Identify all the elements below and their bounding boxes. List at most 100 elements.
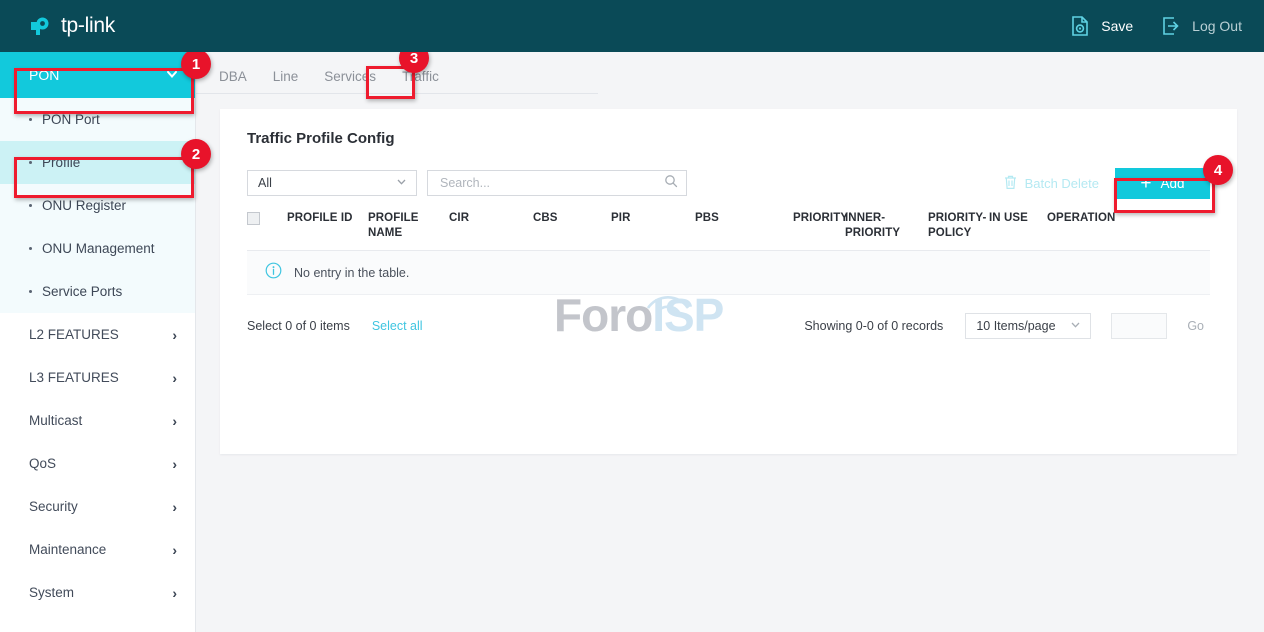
column-cbs: CBS: [533, 211, 611, 226]
trash-icon: [1003, 174, 1018, 193]
tab-traffic[interactable]: Traffic: [389, 69, 452, 93]
sidebar-pon-submenu: PON Port Profile ONU Register ONU Manage…: [0, 98, 195, 313]
tab-bar: DBA Line Services Traffic: [196, 52, 598, 94]
app-header: tp-link Save Log Out: [0, 0, 1264, 52]
bullet-icon: [29, 118, 32, 121]
chevron-right-icon: ›: [172, 327, 177, 343]
save-label: Save: [1101, 18, 1133, 34]
chevron-down-icon: [165, 67, 179, 84]
select-all-link[interactable]: Select all: [372, 319, 423, 333]
sidebar-item-profile[interactable]: Profile: [0, 141, 195, 184]
logout-label: Log Out: [1192, 18, 1242, 34]
column-pbs: PBS: [695, 211, 793, 226]
profile-table: PROFILE ID PROFILE NAME CIR CBS PIR PBS …: [247, 211, 1210, 295]
main-content: DBA Line Services Traffic Traffic Profil…: [196, 52, 1264, 632]
sidebar-item-label: Maintenance: [29, 542, 106, 557]
sidebar-item-system[interactable]: System ›: [0, 571, 195, 614]
column-priority-policy: PRIORITY- POLICY: [928, 211, 989, 241]
page-number-input[interactable]: [1111, 313, 1167, 339]
header-actions: Save Log Out: [1042, 14, 1242, 38]
empty-message: No entry in the table.: [294, 266, 409, 280]
sidebar-item-qos[interactable]: QoS ›: [0, 442, 195, 485]
sidebar-item-onu-register[interactable]: ONU Register: [0, 184, 195, 227]
sidebar-item-label: ONU Management: [42, 241, 155, 256]
sidebar-item-maintenance[interactable]: Maintenance ›: [0, 528, 195, 571]
pagination-controls: Showing 0-0 of 0 records 10 Items/page G…: [804, 313, 1210, 339]
sidebar-item-label: QoS: [29, 456, 56, 471]
sidebar-item-security[interactable]: Security ›: [0, 485, 195, 528]
records-count: Showing 0-0 of 0 records: [804, 319, 943, 333]
chevron-down-icon: [1069, 318, 1082, 334]
filter-select[interactable]: All: [247, 170, 417, 196]
bullet-icon: [29, 290, 32, 293]
table-empty-row: No entry in the table.: [247, 251, 1210, 295]
logout-button[interactable]: Log Out: [1159, 14, 1242, 38]
logout-arrow-icon: [1159, 14, 1183, 38]
info-circle-icon: [265, 262, 282, 284]
header-select-all-checkbox[interactable]: [247, 212, 260, 225]
brand-logo[interactable]: tp-link: [28, 13, 115, 39]
items-per-page-value: 10 Items/page: [976, 319, 1055, 333]
chevron-right-icon: ›: [172, 585, 177, 601]
search-input[interactable]: [438, 175, 664, 191]
add-label: Add: [1161, 176, 1185, 191]
column-cir: CIR: [449, 211, 533, 226]
filter-select-value: All: [258, 176, 272, 190]
table-header-row: PROFILE ID PROFILE NAME CIR CBS PIR PBS …: [247, 211, 1210, 251]
column-operation: OPERATION: [1047, 211, 1147, 226]
sidebar-item-label: Service Ports: [42, 284, 122, 299]
chevron-right-icon: ›: [172, 413, 177, 429]
sidebar-item-multicast[interactable]: Multicast ›: [0, 399, 195, 442]
chevron-right-icon: ›: [172, 499, 177, 515]
table-footer: Select 0 of 0 items Select all Showing 0…: [247, 313, 1210, 339]
column-profile-id: PROFILE ID: [287, 211, 368, 226]
chevron-right-icon: ›: [172, 456, 177, 472]
items-per-page-select[interactable]: 10 Items/page: [965, 313, 1091, 339]
sidebar-item-onu-management[interactable]: ONU Management: [0, 227, 195, 270]
chevron-right-icon: ›: [172, 542, 177, 558]
column-profile-name: PROFILE NAME: [368, 211, 449, 241]
search-icon[interactable]: [664, 174, 678, 193]
column-inner-priority: INNER- PRIORITY: [845, 211, 928, 241]
sidebar-item-pon-port[interactable]: PON Port: [0, 98, 195, 141]
chevron-right-icon: ›: [172, 370, 177, 386]
plus-icon: +: [1140, 174, 1151, 193]
add-button[interactable]: + Add: [1115, 168, 1210, 199]
sidebar-pon-label: PON: [29, 67, 59, 83]
bullet-icon: [29, 204, 32, 207]
tab-services[interactable]: Services: [311, 69, 389, 93]
sidebar-item-label: Profile: [42, 155, 80, 170]
chevron-down-icon: [395, 175, 408, 191]
sidebar-item-service-ports[interactable]: Service Ports: [0, 270, 195, 313]
brand-name: tp-link: [61, 14, 115, 38]
bullet-icon: [29, 161, 32, 164]
sidebar-nav: PON PON Port Profile ONU Register ONU Ma…: [0, 52, 196, 632]
sidebar-pon-group[interactable]: PON: [0, 52, 195, 98]
sidebar-item-label: System: [29, 585, 74, 600]
sidebar-item-label: ONU Register: [42, 198, 126, 213]
sidebar-item-label: PON Port: [42, 112, 100, 127]
search-box[interactable]: [427, 170, 687, 196]
sidebar-item-label: L2 FEATURES: [29, 327, 119, 342]
page-title: Traffic Profile Config: [220, 109, 1237, 147]
save-gear-document-icon: [1068, 14, 1092, 38]
sidebar-item-label: Multicast: [29, 413, 82, 428]
tp-link-logo-icon: [28, 13, 54, 39]
column-pir: PIR: [611, 211, 695, 226]
traffic-profile-card: Traffic Profile Config All: [220, 109, 1237, 454]
table-toolbar: All: [247, 169, 1210, 197]
bullet-icon: [29, 247, 32, 250]
go-button[interactable]: Go: [1181, 318, 1210, 334]
batch-delete-button[interactable]: Batch Delete: [1003, 174, 1099, 193]
batch-delete-label: Batch Delete: [1025, 176, 1099, 191]
selection-count: Select 0 of 0 items: [247, 319, 350, 333]
column-in-use: IN USE: [989, 211, 1047, 226]
sidebar-item-label: Security: [29, 499, 78, 514]
sidebar-item-l3-features[interactable]: L3 FEATURES ›: [0, 356, 195, 399]
toolbar-actions: Batch Delete + Add: [1003, 168, 1210, 199]
save-button[interactable]: Save: [1068, 14, 1133, 38]
tab-line[interactable]: Line: [260, 69, 312, 93]
column-priority: PRIORITY: [793, 211, 845, 226]
tab-dba[interactable]: DBA: [219, 69, 260, 93]
sidebar-item-l2-features[interactable]: L2 FEATURES ›: [0, 313, 195, 356]
